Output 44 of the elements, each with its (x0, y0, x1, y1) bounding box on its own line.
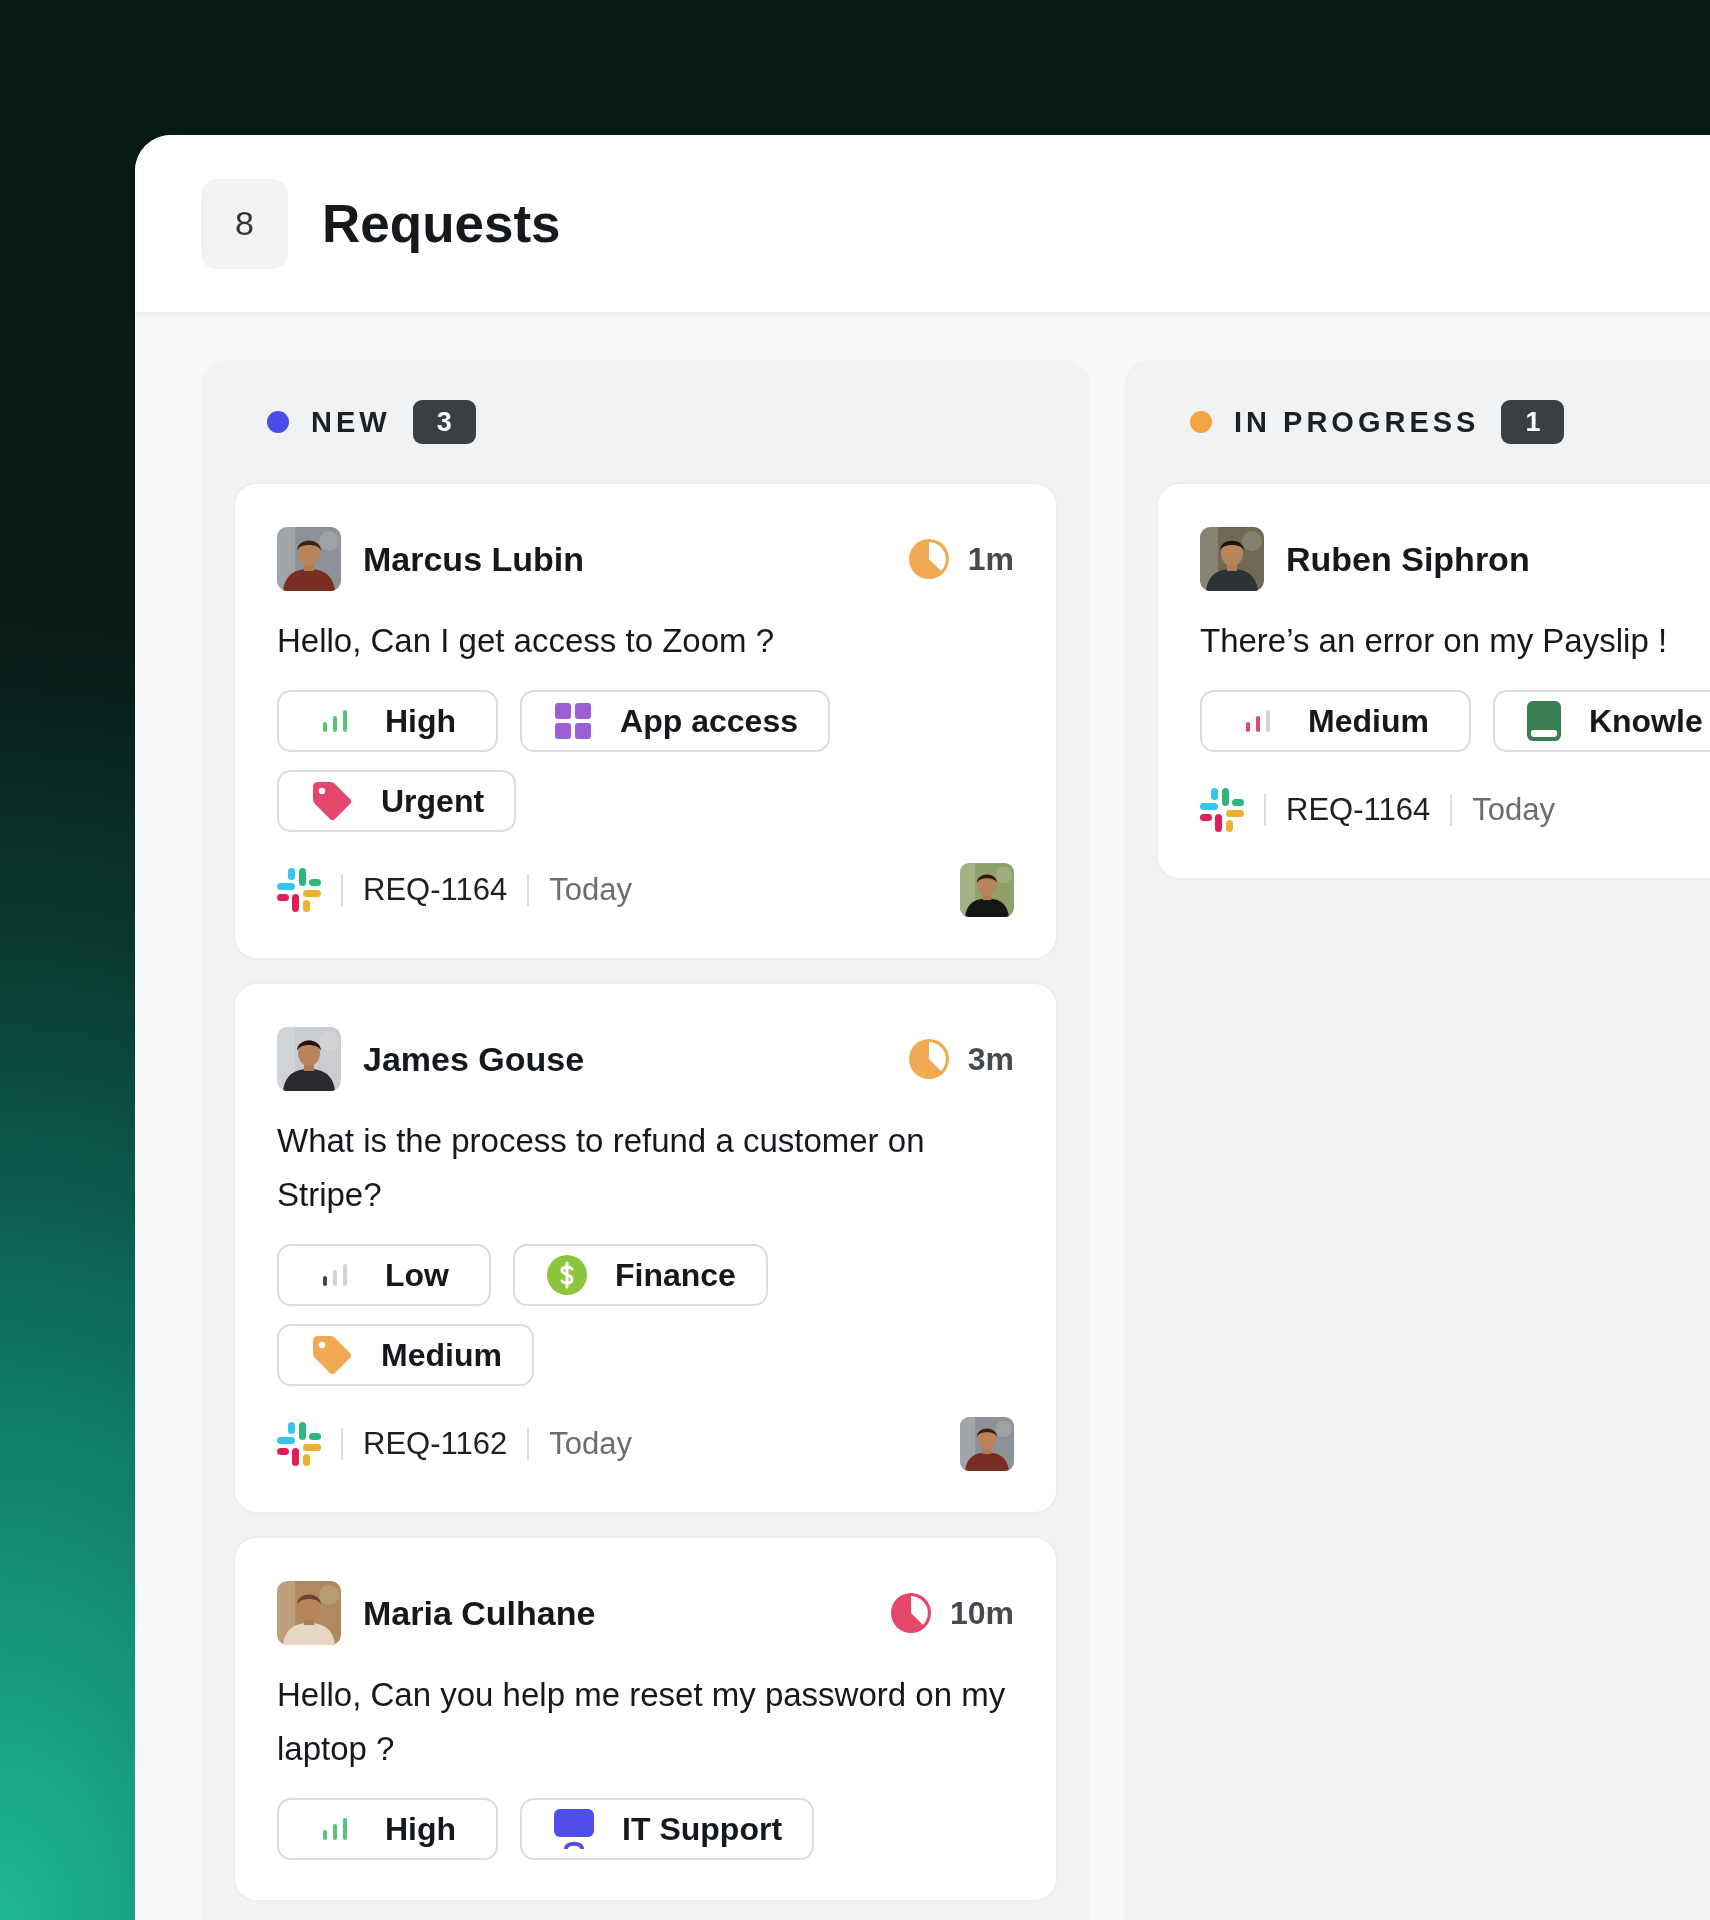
monitor-icon (554, 1809, 595, 1849)
column-title: NEW (311, 405, 391, 439)
logo-icon (277, 1422, 321, 1466)
request-message: What is the process to refund a customer on Stripe? (277, 1121, 926, 1215)
book-icon (1526, 701, 1561, 741)
request-id: REQ-1164 (363, 872, 508, 908)
request-date: Today (549, 1426, 633, 1462)
page-title: Requests (322, 193, 561, 254)
requester-name: James Gouse (363, 1039, 586, 1079)
request-id: REQ-1164 (1286, 792, 1431, 828)
elapsed-time: 10m (949, 1594, 1014, 1632)
request-message: Hello, Can I get access to Zoom ? (277, 621, 776, 661)
tag[interactable]: Medium (277, 1324, 534, 1386)
tag[interactable]: Low (277, 1244, 491, 1306)
request-id: REQ-1162 (363, 1426, 508, 1462)
count-badge: 8 (201, 178, 288, 269)
request-card[interactable]: James Gouse 3m What is the process to refund a customer on Stripe? Low Finance Medium REQ-1162 Today (235, 984, 1056, 1512)
tag[interactable]: Finance (513, 1244, 768, 1306)
request-card[interactable]: Ruben Siphron There’s an error on my Payslip ! Medium Knowle REQ-1164 Today (1158, 484, 1710, 878)
tag[interactable]: High (277, 690, 499, 752)
elapsed-time: 3m (967, 1040, 1014, 1078)
request-card[interactable]: Maria Culhane 10m Hello, Can you help me reset my password on my laptop ? High IT Support (235, 1538, 1056, 1900)
grid-icon (554, 702, 593, 740)
count-badge: 1 (1501, 400, 1565, 444)
request-message: Hello, Can you help me reset my password on my laptop ? (277, 1675, 1007, 1769)
elapsed-time: 1m (967, 540, 1014, 578)
tag[interactable]: Urgent (277, 770, 517, 832)
logo-icon (277, 868, 321, 912)
tag[interactable]: IT Support (520, 1798, 815, 1860)
count-badge: 3 (412, 400, 476, 444)
requester-name: Maria Culhane (363, 1593, 597, 1633)
request-message: There’s an error on my Payslip ! (1200, 621, 1669, 661)
requester-name: Ruben Siphron (1286, 539, 1531, 579)
tag[interactable]: Knowle (1492, 690, 1710, 752)
request-date: Today (1472, 792, 1556, 828)
request-date: Today (549, 872, 633, 908)
request-card[interactable]: Marcus Lubin 1m Hello, Can I get access to Zoom ? High App access Urgent REQ-1164 Today (235, 484, 1056, 958)
tag[interactable]: App access (520, 690, 830, 752)
tag[interactable]: Medium (1200, 690, 1471, 752)
coin-icon (547, 1255, 587, 1295)
tag[interactable]: High (277, 1798, 499, 1860)
column-title: IN PROGRESS (1234, 405, 1480, 439)
requester-name: Marcus Lubin (363, 539, 586, 579)
logo-icon (1200, 788, 1244, 832)
